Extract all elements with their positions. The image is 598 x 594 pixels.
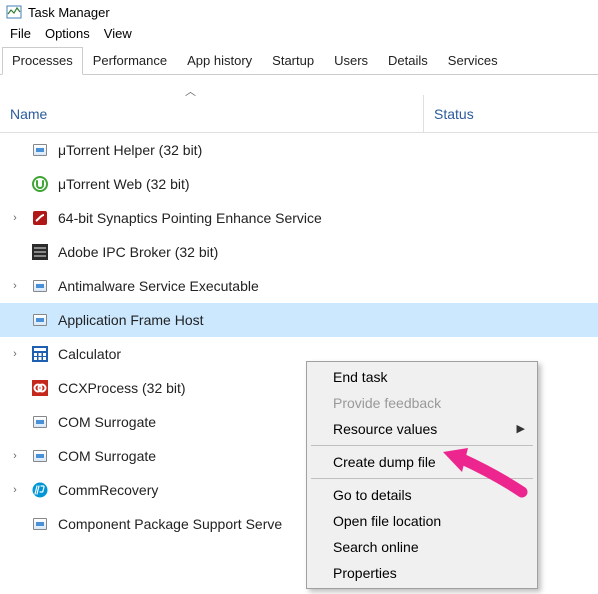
column-name[interactable]: Name xyxy=(0,106,423,122)
context-menu-item[interactable]: Properties xyxy=(309,560,535,586)
process-row[interactable]: › 64-bit Synaptics Pointing Enhance Servi… xyxy=(0,201,598,235)
column-name-label: Name xyxy=(10,106,47,122)
process-name: μTorrent Web (32 bit) xyxy=(58,176,190,192)
menu-options[interactable]: Options xyxy=(39,24,96,43)
context-menu-item[interactable]: Search online xyxy=(309,534,535,560)
expand-chevron-icon[interactable]: › xyxy=(6,212,24,224)
process-row[interactable]: Adobe IPC Broker (32 bit) xyxy=(0,235,598,269)
context-menu-label: Properties xyxy=(333,565,397,581)
generic-app-icon xyxy=(32,414,48,430)
expand-chevron-icon[interactable]: › xyxy=(6,484,24,496)
expand-chevron-icon[interactable]: › xyxy=(6,348,24,360)
tab-processes[interactable]: Processes xyxy=(2,47,83,75)
generic-app-icon xyxy=(32,278,48,294)
generic-app-icon xyxy=(32,312,48,328)
tab-services[interactable]: Services xyxy=(438,47,508,74)
tab-app-history[interactable]: App history xyxy=(177,47,262,74)
process-name: Application Frame Host xyxy=(58,312,204,328)
process-name: CCXProcess (32 bit) xyxy=(58,380,186,396)
tabbar: Processes Performance App history Startu… xyxy=(0,47,598,75)
submenu-arrow-icon: ▶ xyxy=(517,422,525,435)
context-menu-item: Provide feedback xyxy=(309,390,535,416)
utorrent-icon xyxy=(32,176,48,192)
process-row[interactable]: › Antimalware Service Executable xyxy=(0,269,598,303)
titlebar: Task Manager xyxy=(0,0,598,22)
process-row[interactable]: μTorrent Web (32 bit) xyxy=(0,167,598,201)
menubar: File Options View xyxy=(0,22,598,47)
process-name: Antimalware Service Executable xyxy=(58,278,259,294)
process-name: CommRecovery xyxy=(58,482,158,498)
process-name: COM Surrogate xyxy=(58,448,156,464)
menu-separator xyxy=(311,478,533,479)
process-row[interactable]: μTorrent Helper (32 bit) xyxy=(0,133,598,167)
menu-separator xyxy=(311,445,533,446)
menu-view[interactable]: View xyxy=(98,24,138,43)
context-menu-label: Go to details xyxy=(333,487,412,503)
column-header: Name Status xyxy=(0,95,598,133)
calculator-icon xyxy=(32,346,48,362)
context-menu-label: End task xyxy=(333,369,387,385)
adobe-ipc-icon xyxy=(32,244,48,260)
synaptics-icon xyxy=(32,210,48,226)
context-menu: End task Provide feedback Resource values ▶… xyxy=(306,361,538,589)
column-status-label: Status xyxy=(434,106,474,122)
generic-app-icon xyxy=(32,448,48,464)
expand-chevron-icon[interactable]: › xyxy=(6,450,24,462)
process-row[interactable]: Application Frame Host xyxy=(0,303,598,337)
process-name: 64-bit Synaptics Pointing Enhance Servic… xyxy=(58,210,322,226)
process-name: COM Surrogate xyxy=(58,414,156,430)
context-menu-item[interactable]: Open file location xyxy=(309,508,535,534)
context-menu-item[interactable]: Create dump file xyxy=(309,449,535,475)
context-menu-label: Create dump file xyxy=(333,454,436,470)
context-menu-item[interactable]: Go to details xyxy=(309,482,535,508)
process-name: Adobe IPC Broker (32 bit) xyxy=(58,244,218,260)
context-menu-label: Resource values xyxy=(333,421,437,437)
tab-users[interactable]: Users xyxy=(324,47,378,74)
tab-details[interactable]: Details xyxy=(378,47,438,74)
ccx-icon xyxy=(32,380,48,396)
generic-app-icon xyxy=(32,142,48,158)
context-menu-item[interactable]: Resource values ▶ xyxy=(309,416,535,442)
process-name: μTorrent Helper (32 bit) xyxy=(58,142,202,158)
expand-chevron-icon[interactable]: › xyxy=(6,280,24,292)
hp-icon xyxy=(32,482,48,498)
menu-file[interactable]: File xyxy=(4,24,37,43)
generic-app-icon xyxy=(32,516,48,532)
context-menu-label: Search online xyxy=(333,539,419,555)
process-name: Calculator xyxy=(58,346,121,362)
window-title: Task Manager xyxy=(28,5,110,20)
tab-startup[interactable]: Startup xyxy=(262,47,324,74)
context-menu-item[interactable]: End task xyxy=(309,364,535,390)
app-icon xyxy=(6,4,22,20)
column-status[interactable]: Status xyxy=(423,95,598,132)
process-name: Component Package Support Serve xyxy=(58,516,282,532)
tab-performance[interactable]: Performance xyxy=(83,47,177,74)
context-menu-label: Open file location xyxy=(333,513,441,529)
context-menu-label: Provide feedback xyxy=(333,395,441,411)
